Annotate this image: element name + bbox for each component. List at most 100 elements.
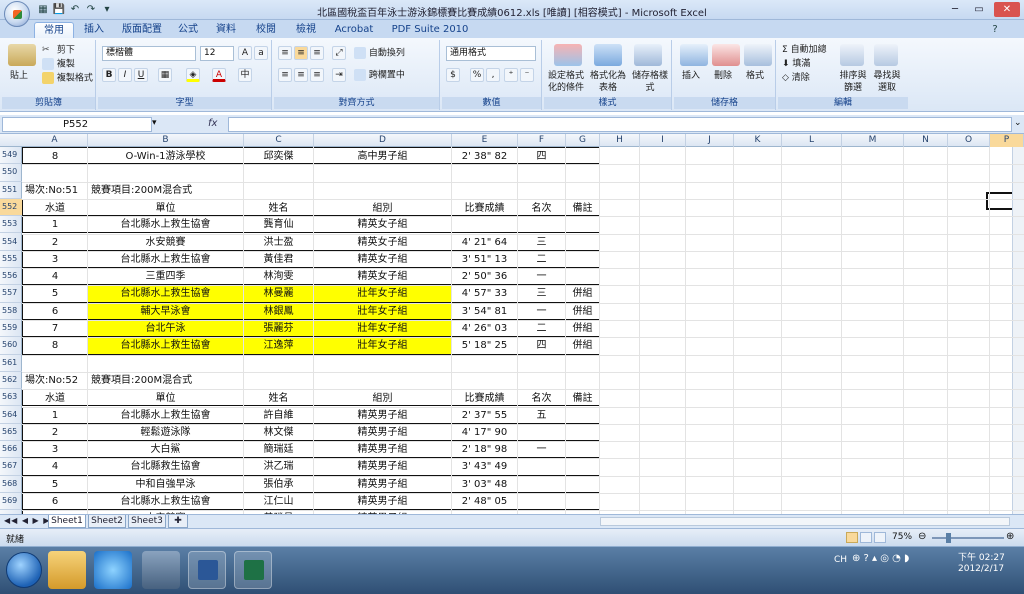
indent-icon[interactable]: ⇥ [332, 68, 346, 82]
row-header-552[interactable]: 552 [0, 198, 22, 217]
cell-lane[interactable]: 2 [22, 423, 88, 442]
cell-name[interactable]: 林銀鳳 [244, 302, 314, 320]
align-bottom-icon[interactable]: ≡ [310, 46, 324, 60]
tab-view[interactable]: 檢視 [290, 22, 322, 38]
sort-filter-icon[interactable] [840, 44, 864, 66]
column-header-b[interactable]: B [88, 134, 244, 147]
tab-review[interactable]: 校閱 [250, 22, 282, 38]
font-size-select[interactable]: 12 [200, 46, 234, 61]
cell-result[interactable]: 2' 48" 05 [452, 493, 518, 511]
cell-group[interactable]: 精英男子組 [314, 441, 452, 459]
bold-icon[interactable]: B [102, 68, 116, 82]
cell-result[interactable]: 4' 26" 03 [452, 320, 518, 338]
page-layout-view-icon[interactable] [860, 532, 872, 543]
cell-name[interactable]: 林文傑 [244, 423, 314, 442]
cell-unit[interactable]: 大白鯊 [88, 441, 244, 459]
cell-result[interactable]: 5' 18" 25 [452, 337, 518, 355]
sheet-tab-3[interactable]: Sheet3 [128, 515, 166, 528]
tab-acrobat[interactable]: Acrobat [330, 22, 378, 38]
row-header-561[interactable]: 561 [0, 355, 22, 372]
align-left-icon[interactable]: ≡ [278, 68, 292, 82]
header-note[interactable]: 備註 [566, 198, 600, 217]
sheet-tab-2[interactable]: Sheet2 [88, 515, 126, 528]
cell-group[interactable]: 精英女子組 [314, 268, 452, 286]
cell-rank[interactable]: 一 [518, 302, 566, 320]
cell-rank[interactable] [518, 493, 566, 511]
column-header-a[interactable]: A [22, 134, 88, 147]
header-group[interactable]: 組別 [314, 389, 452, 407]
row-header-564[interactable]: 564 [0, 407, 22, 424]
tab-page-layout[interactable]: 版面配置 [116, 22, 168, 38]
header-rank[interactable]: 名次 [518, 389, 566, 407]
cell-rank[interactable]: 五 [518, 406, 566, 424]
column-header-k[interactable]: K [734, 134, 782, 147]
new-sheet-icon[interactable]: ✚ [168, 515, 188, 528]
cell-result[interactable]: 3' 51" 13 [452, 250, 518, 269]
expand-formula-icon[interactable]: ⌄ [1014, 118, 1022, 128]
cell-name[interactable]: 洪乙瑞 [244, 458, 314, 476]
cell-rank[interactable]: 三 [518, 285, 566, 303]
cell-name[interactable]: 黃佳君 [244, 250, 314, 269]
cell-name[interactable]: 許自維 [244, 406, 314, 424]
cell-note[interactable] [566, 406, 600, 424]
cell-group[interactable]: 精英男子組 [314, 458, 452, 476]
cell-name[interactable]: 林曼麗 [244, 285, 314, 303]
cell-unit[interactable]: 台北縣救生協會 [88, 458, 244, 476]
row-header-553[interactable]: 553 [0, 216, 22, 234]
row-header-551[interactable]: 551 [0, 182, 22, 199]
row-header-569[interactable]: 569 [0, 493, 22, 511]
cell-note[interactable]: 併組 [566, 337, 600, 355]
row-header-568[interactable]: 568 [0, 476, 22, 493]
cell-unit[interactable]: 台北午泳 [88, 320, 244, 338]
cell-name[interactable]: 張伯承 [244, 475, 314, 493]
delete-cells-icon[interactable] [712, 44, 740, 66]
header-result[interactable]: 比賽成績 [452, 389, 518, 407]
cell-rank[interactable]: 三 [518, 233, 566, 251]
office-button[interactable] [4, 1, 30, 27]
row-header-555[interactable]: 555 [0, 251, 22, 269]
border-icon[interactable]: ▦ [158, 68, 172, 82]
cell-result[interactable]: 2' 37" 55 [452, 406, 518, 424]
cell-lane[interactable]: 4 [22, 268, 88, 286]
cell-group[interactable]: 壯年女子組 [314, 302, 452, 320]
shrink-font-icon[interactable]: a [254, 46, 268, 60]
window-switcher-icon[interactable] [142, 551, 180, 589]
horizontal-scrollbar[interactable] [600, 517, 1010, 526]
row-header-550[interactable]: 550 [0, 164, 22, 182]
tray-icons[interactable]: ⊕ ? ▴ ◎ ◔ ◗ [852, 553, 909, 564]
name-box-dropdown-icon[interactable]: ▾ [152, 118, 157, 128]
tab-pdf-suite[interactable]: PDF Suite 2010 [388, 22, 472, 38]
cell-name[interactable]: 江仁山 [244, 493, 314, 511]
cell-group[interactable]: 精英女子組 [314, 250, 452, 269]
zoom-out-icon[interactable]: ⊖ [918, 531, 926, 542]
align-middle-icon[interactable]: ≡ [294, 46, 308, 60]
help-icon[interactable]: ? [988, 23, 1002, 36]
decrease-decimal-icon[interactable]: ⁻ [520, 68, 534, 82]
cell-rank[interactable] [518, 475, 566, 493]
row-header-559[interactable]: 559 [0, 320, 22, 338]
cell-note[interactable] [566, 216, 600, 234]
tab-insert[interactable]: 插入 [78, 22, 110, 38]
column-header-d[interactable]: D [314, 134, 452, 147]
format-painter-button[interactable]: 複製格式 [42, 72, 93, 85]
cell-unit[interactable]: O-Win-1游泳學校 [88, 147, 244, 165]
cell-group[interactable]: 壯年女子組 [314, 337, 452, 355]
cell-lane[interactable]: 1 [22, 216, 88, 234]
cell-lane[interactable]: 8 [22, 147, 88, 165]
row-header-566[interactable]: 566 [0, 441, 22, 459]
cell-note[interactable] [566, 147, 600, 165]
cell-lane[interactable]: 6 [22, 493, 88, 511]
zoom-slider[interactable] [932, 537, 1004, 539]
cell-unit[interactable]: 台北縣水上救生協會 [88, 250, 244, 269]
comma-button[interactable]: , [486, 68, 500, 82]
find-select-button[interactable]: 尋找與選取 [870, 70, 904, 94]
cell-unit[interactable]: 台北縣水上救生協會 [88, 216, 244, 234]
cell-name[interactable]: 張麗芬 [244, 320, 314, 338]
header-result[interactable]: 比賽成績 [452, 198, 518, 217]
find-select-icon[interactable] [874, 44, 898, 66]
cell-unit[interactable]: 台北縣水上救生協會 [88, 285, 244, 303]
cell-lane[interactable]: 3 [22, 441, 88, 459]
copy-button[interactable]: 複製 [42, 58, 75, 71]
worksheet-grid[interactable]: ABCDEFGHIJKLMNOP 549 550 551 552 553 554 555 55… [0, 134, 1024, 514]
row-header-549[interactable]: 549 [0, 147, 22, 165]
